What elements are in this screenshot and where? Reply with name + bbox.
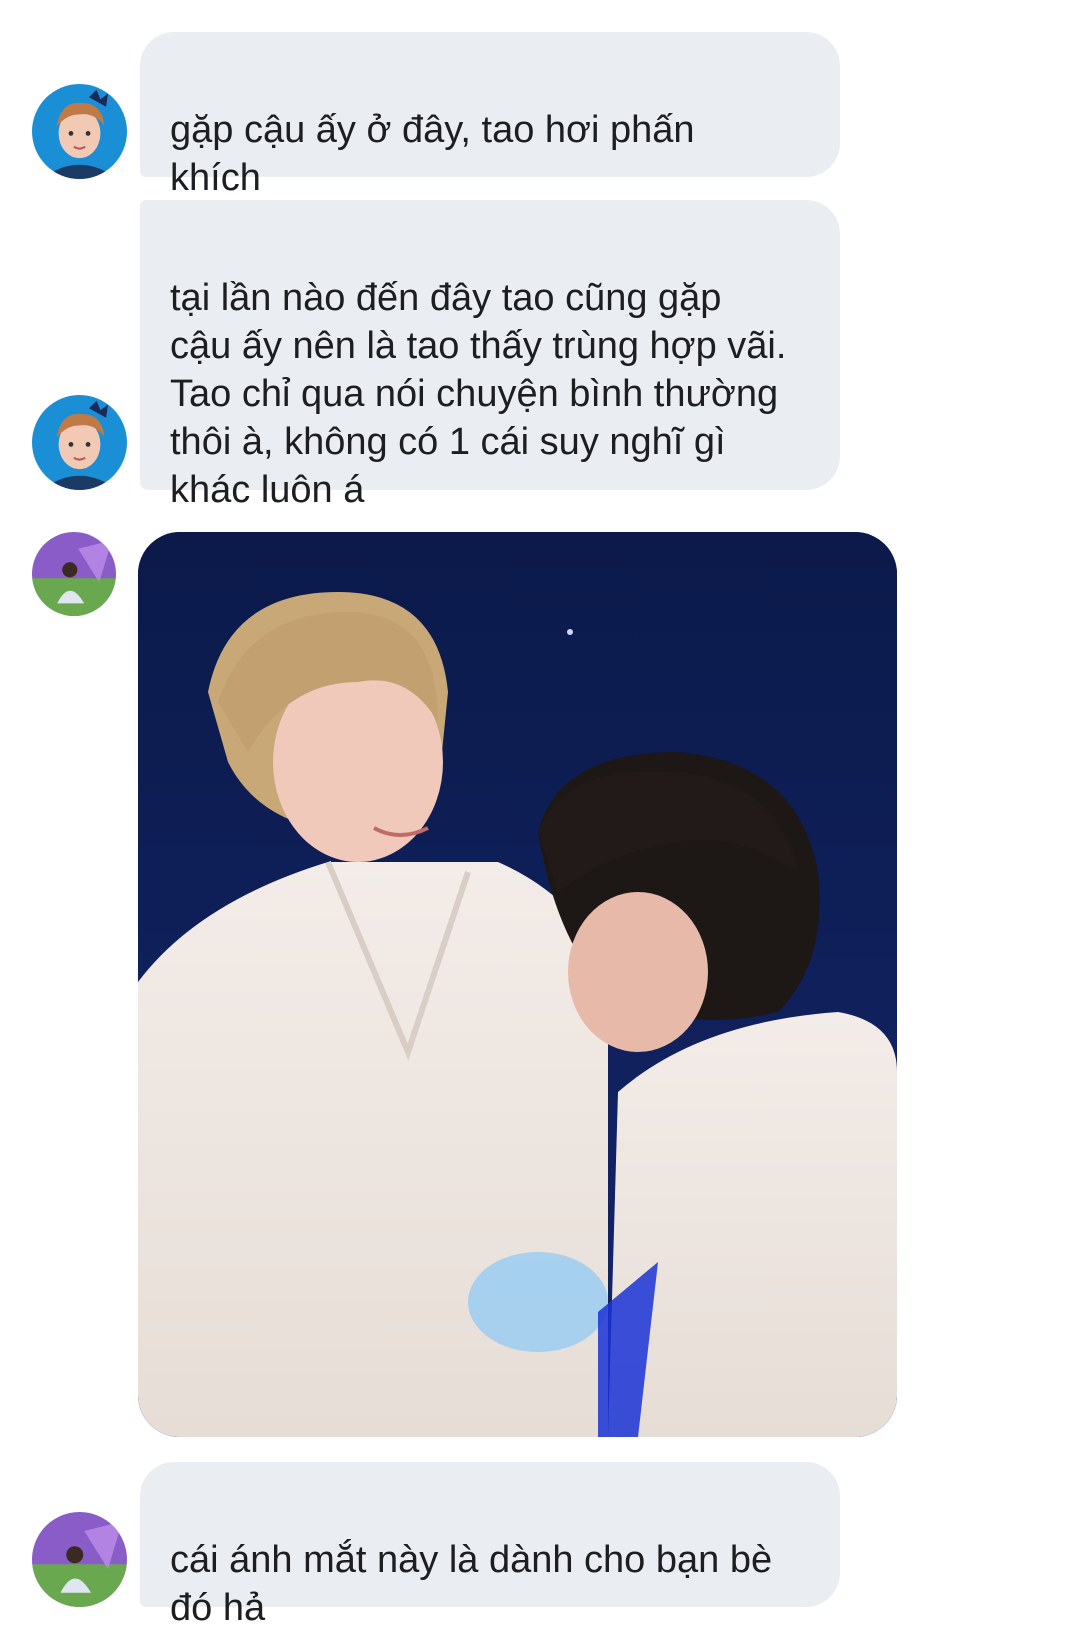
shared-photo[interactable] (138, 532, 897, 1437)
message-text: cái ánh mắt này là dành cho bạn bè đó hả (170, 1539, 773, 1629)
avatar-friend-1[interactable] (32, 84, 127, 179)
message-bubble[interactable]: cái ánh mắt này là dành cho bạn bè đó hả (140, 1462, 840, 1629)
message-text: tại lần nào đến đây tao cũng gặp cậu ấy … (170, 277, 787, 511)
message-bubble[interactable]: gặp cậu ấy ở đây, tao hơi phấn khích (140, 32, 840, 199)
message-text: gặp cậu ấy ở đây, tao hơi phấn khích (170, 109, 695, 199)
avatar-icon (32, 84, 127, 179)
avatar-friend-1[interactable] (32, 395, 127, 490)
message-bubble[interactable]: tại lần nào đến đây tao cũng gặp cậu ấy … (140, 200, 840, 511)
avatar-friend-2[interactable] (32, 1512, 127, 1607)
avatar-icon (32, 1512, 127, 1607)
avatar-icon (32, 532, 116, 616)
avatar-friend-2[interactable] (32, 532, 116, 616)
photo-image (138, 532, 897, 1437)
avatar-icon (32, 395, 127, 490)
